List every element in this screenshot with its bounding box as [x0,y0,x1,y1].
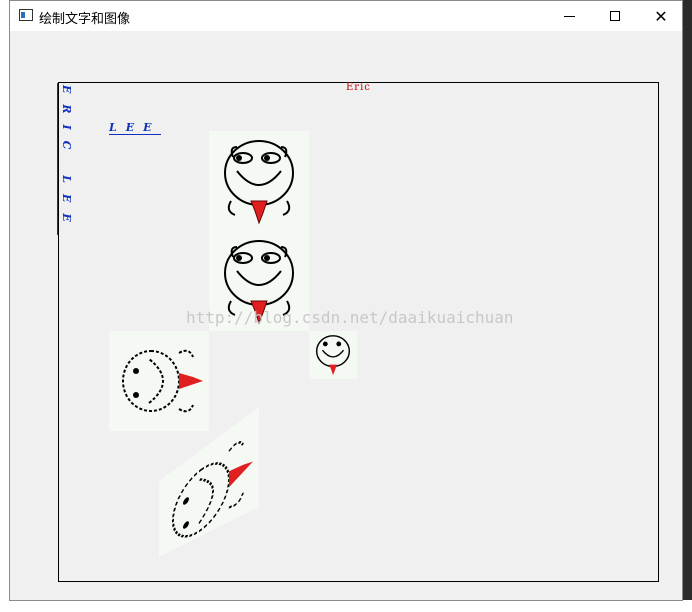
minimize-icon [563,15,575,17]
background-app-bottom [0,600,692,612]
close-button[interactable]: ✕ [638,1,684,31]
face-image-1 [209,131,309,231]
vertical-underline [57,83,58,235]
background-app-right [683,0,692,612]
top-label: Eric [346,82,371,93]
vertical-label: ERIC LEE [60,85,73,233]
window-title: 绘制文字和图像 [39,12,131,27]
watermark-text: http://blog.csdn.net/daaikuaichuan [186,308,514,327]
maximize-icon [610,11,620,21]
maximize-button[interactable] [592,1,638,31]
horizontal-label: LEE [109,121,161,135]
close-icon: ✕ [654,6,668,26]
face-image-small [309,331,357,379]
title-bar[interactable]: 绘制文字和图像 ✕ [10,1,682,31]
minimize-button[interactable] [546,1,592,31]
app-window: 绘制文字和图像 ✕ Eric ERIC LEE LEE http://blog.… [9,0,683,601]
app-icon [19,9,33,21]
face-image-sheared [159,407,259,557]
drawing-canvas: Eric ERIC LEE LEE http://blog.csdn.net/d… [10,31,682,600]
